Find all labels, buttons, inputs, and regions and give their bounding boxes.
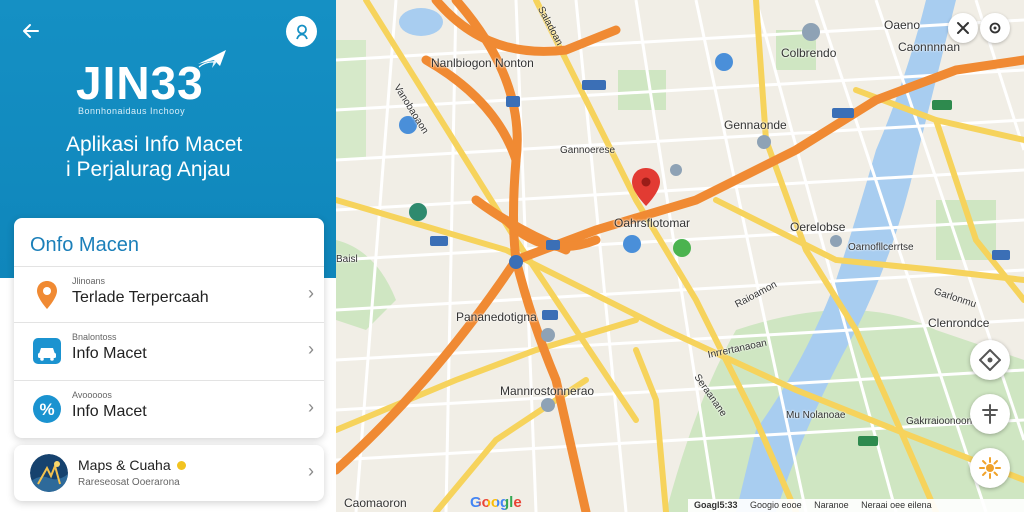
user-icon xyxy=(295,24,308,39)
back-button[interactable] xyxy=(16,16,46,46)
maps-card-subtitle: Rareseosat Ooerarona xyxy=(78,477,180,488)
maps-card-title: Maps & Cuaha xyxy=(78,457,186,473)
maps-weather-card[interactable]: Maps & Cuaha Rareseosat Ooerarona › xyxy=(14,445,324,501)
directions-button[interactable] xyxy=(970,340,1010,380)
left-panel: JIN33 Bonnhonaidaus Inchooy Aplikasi Inf… xyxy=(0,0,336,512)
close-icon xyxy=(957,22,969,34)
info-card-title: Onfo Macen xyxy=(30,234,139,256)
map-place-label: Clenrondce xyxy=(928,316,990,330)
logo-text: JIN33 xyxy=(76,57,204,109)
map-road-label: Gakrraioonoonte xyxy=(906,416,981,427)
hero-title: Aplikasi Info Macet i Perjalurag Anjau xyxy=(66,132,326,182)
hero-title-line2: i Perjalurag Anjau xyxy=(66,158,231,181)
sun-location-icon xyxy=(979,457,1001,479)
map-place-label: Oerelobse xyxy=(790,220,846,234)
map-place-label: Mannrostonnerao xyxy=(500,384,595,398)
arrow-left-icon xyxy=(23,24,39,38)
map-place-label: Pananedotigna xyxy=(456,310,537,324)
map-place-label: Oahrsflotomar xyxy=(614,216,691,230)
list-item-traffic-info-2[interactable]: % Avooooos Info Macet › xyxy=(14,380,324,436)
percent-icon: % xyxy=(32,394,62,424)
map-attribution-bar: Goagl5:33 Googio eooe Naranoe Neraai oee… xyxy=(688,499,1024,512)
list-item-traffic-info[interactable]: Bnalontoss Info Macet › xyxy=(14,322,324,378)
map-place-label: Caomaoron xyxy=(344,496,407,510)
map-place-label: Colbrendo xyxy=(781,46,837,60)
maps-weather-avatar xyxy=(30,454,68,492)
map-place-label: Oaeno xyxy=(884,18,921,32)
map-place-label: Nanlbiogon Nonton xyxy=(431,56,534,70)
attribution-text: Naranoe xyxy=(814,500,849,510)
info-card: Onfo Macen Jlinoans Terlade Terpercaah › xyxy=(14,218,324,438)
car-icon xyxy=(32,336,62,366)
map-place-label: Caonnnnan xyxy=(898,40,961,54)
list-item-reliable-route[interactable]: Jlinoans Terlade Terpercaah › xyxy=(14,266,324,322)
attribution-text: Neraai oee eilena xyxy=(861,500,932,510)
row-main-label: Info Macet xyxy=(72,403,147,420)
scale-text: Goagl5:33 xyxy=(694,500,738,510)
row-sub-label: Jlinoans xyxy=(72,276,106,286)
map-place-label: Gannoerese xyxy=(560,145,616,156)
lake xyxy=(399,8,443,36)
app-logo: JIN33 Bonnhonaidaus Inchooy xyxy=(76,50,246,116)
directions-icon xyxy=(979,349,1001,371)
profile-button[interactable] xyxy=(286,16,317,47)
map-canvas[interactable] xyxy=(336,0,1024,512)
airplane-icon xyxy=(198,50,226,68)
google-logo: Google xyxy=(470,494,522,511)
row-sub-label: Bnalontoss xyxy=(72,332,117,342)
settings-button[interactable] xyxy=(980,13,1010,43)
map-view[interactable]: Nanlbiogon Nonton Gennaonde Gannoerese O… xyxy=(336,0,1024,512)
location-pin-icon xyxy=(32,280,62,310)
attribution-text: Googio eooe xyxy=(750,500,802,510)
signpost-icon xyxy=(982,404,998,424)
close-button[interactable] xyxy=(948,13,978,43)
hero-title-line1: Aplikasi Info Macet xyxy=(66,133,243,156)
layers-button[interactable] xyxy=(970,394,1010,434)
my-location-button[interactable] xyxy=(970,448,1010,488)
row-main-label: Terlade Terpercaah xyxy=(72,289,209,306)
chevron-right-icon: › xyxy=(308,283,314,303)
svg-text:%: % xyxy=(39,400,54,419)
row-main-label: Info Macet xyxy=(72,345,147,362)
chevron-right-icon: › xyxy=(308,397,314,417)
row-sub-label: Avooooos xyxy=(72,390,112,400)
map-road-label: Mu Nolanoae xyxy=(786,410,846,421)
map-road-label: Baisl xyxy=(336,254,358,265)
map-place-label: Oarnofllcerrtse xyxy=(848,242,914,253)
logo-tagline: Bonnhonaidaus Inchooy xyxy=(78,106,186,116)
gear-icon xyxy=(989,22,1001,34)
map-place-label: Gennaonde xyxy=(724,118,787,132)
sun-icon xyxy=(176,461,186,470)
chevron-right-icon: › xyxy=(308,339,314,359)
chevron-right-icon: › xyxy=(308,461,314,481)
